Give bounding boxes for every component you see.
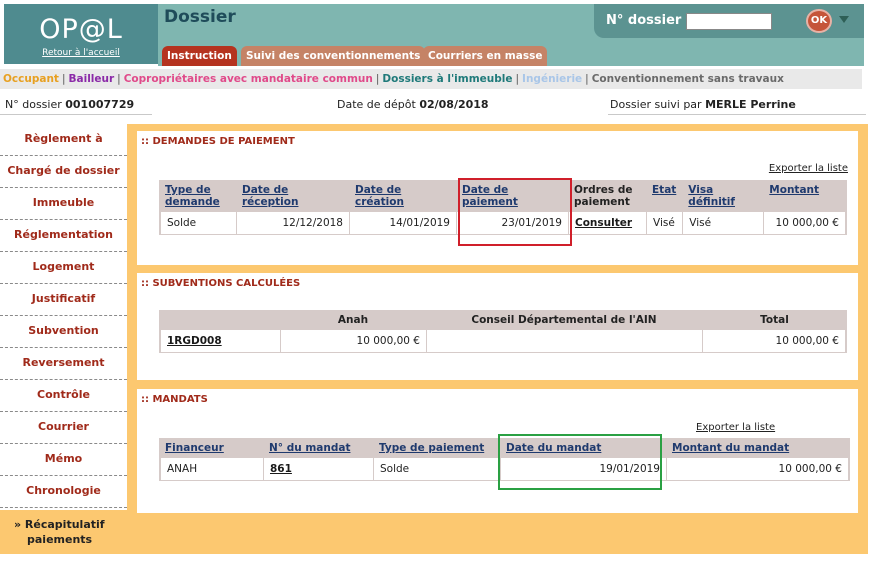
- highlight-date-paiement: [458, 178, 572, 246]
- col-financeur[interactable]: Financeur: [159, 438, 263, 458]
- cell-type-paiement: Solde: [373, 458, 500, 481]
- export-list-link[interactable]: Exporter la liste: [769, 163, 848, 174]
- sub-navigation: Occupant | Bailleur | Copropriétaires avec m…: [0, 69, 862, 89]
- cell-etat: Visé: [646, 212, 683, 235]
- sidebar-item-controle[interactable]: Contrôle: [0, 380, 127, 412]
- subventions-table: Anah Conseil Départemental de l'AIN Tota…: [159, 310, 847, 353]
- cell-date-creation: 14/01/2019: [349, 212, 456, 235]
- sidebar-item-reversement[interactable]: Reversement: [0, 348, 127, 380]
- sidebar-item-recapitulatif-paiements[interactable]: » Récapitulatif paiements: [0, 510, 868, 554]
- subnav-conventionnement-sans-travaux[interactable]: Conventionnement sans travaux: [592, 73, 784, 85]
- active-highlight: [0, 510, 868, 554]
- subvention-code-link[interactable]: 1RGD008: [159, 330, 280, 353]
- sidebar: Règlement à Chargé de dossier Immeuble R…: [0, 124, 127, 508]
- col-date-reception[interactable]: Date de réception: [236, 180, 349, 212]
- sidebar-item-reglement[interactable]: Règlement à: [0, 124, 127, 156]
- panel-title: :: MANDATS: [141, 394, 208, 405]
- col-anah: Anah: [280, 310, 426, 330]
- table-header-row: Anah Conseil Départemental de l'AIN Tota…: [159, 310, 847, 330]
- sidebar-item-reglementation[interactable]: Réglementation: [0, 220, 127, 252]
- mandat-number-link[interactable]: 861: [263, 458, 373, 481]
- divider: [608, 114, 866, 115]
- panel-subventions: :: SUBVENTIONS CALCULÉES Anah Conseil Dé…: [137, 273, 858, 380]
- info-depot: Date de dépôt 02/08/2018: [337, 98, 489, 111]
- sidebar-item-subvention[interactable]: Subvention: [0, 316, 127, 348]
- tab-courriers-en-masse[interactable]: Courriers en masse: [423, 46, 548, 66]
- cell-conseil: [426, 330, 702, 353]
- sidebar-item-memo[interactable]: Mémo: [0, 444, 127, 476]
- tab-instruction[interactable]: Instruction: [162, 46, 237, 66]
- panel-title: :: SUBVENTIONS CALCULÉES: [141, 278, 301, 289]
- panel-title: :: DEMANDES DE PAIEMENT: [141, 136, 295, 147]
- col-visa-definitif[interactable]: Visa définitif: [682, 180, 764, 212]
- tab-suivi-conventionnements[interactable]: Suivi des conventionnements: [241, 46, 426, 66]
- subnav-ingenierie[interactable]: Ingénierie: [522, 73, 582, 85]
- sidebar-item-justificatif[interactable]: Justificatif: [0, 284, 127, 316]
- divider: [0, 114, 152, 115]
- chevron-down-icon[interactable]: [839, 16, 849, 23]
- subnav-dossiers-immeuble[interactable]: Dossiers à l'immeuble: [382, 73, 512, 85]
- cell-montant-mandat: 10 000,00 €: [666, 458, 850, 481]
- col-etat[interactable]: Etat: [646, 180, 683, 212]
- back-home-link[interactable]: Retour à l'accueil: [4, 48, 158, 58]
- cell-financeur: ANAH: [159, 458, 263, 481]
- app-header: OP@L Retour à l'accueil Dossier N° dossi…: [0, 0, 869, 66]
- cell-total: 10 000,00 €: [702, 330, 847, 353]
- cell-visa: Visé: [682, 212, 764, 235]
- subnav-coproprietaires[interactable]: Copropriétaires avec mandataire commun: [124, 73, 373, 85]
- cell-montant: 10 000,00 €: [763, 212, 847, 235]
- main-tabs: Instruction Suivi des conventionnements …: [158, 42, 864, 66]
- panel-demandes-paiement: :: DEMANDES DE PAIEMENT Exporter la list…: [137, 131, 858, 265]
- panel-mandats: :: MANDATS Exporter la liste Financeur N…: [137, 389, 858, 513]
- dossier-search-input[interactable]: [686, 13, 772, 30]
- sidebar-item-chronologie[interactable]: Chronologie: [0, 476, 127, 508]
- col-conseil-departemental: Conseil Départemental de l'AIN: [426, 310, 702, 330]
- top-bar: Dossier N° dossier OK: [158, 4, 864, 42]
- depot-date: 02/08/2018: [419, 98, 489, 111]
- subnav-bailleur[interactable]: Bailleur: [69, 73, 115, 85]
- export-list-link[interactable]: Exporter la liste: [696, 422, 775, 433]
- table-row: 1RGD008 10 000,00 € 10 000,00 €: [159, 330, 847, 353]
- info-suivi: Dossier suivi par MERLE Perrine: [610, 98, 796, 111]
- suivi-name: MERLE Perrine: [705, 98, 796, 111]
- highlight-date-mandat: [498, 434, 662, 490]
- col-numero-mandat[interactable]: N° du mandat: [263, 438, 373, 458]
- sidebar-item-charge-dossier[interactable]: Chargé de dossier: [0, 156, 127, 188]
- dossier-info: N° dossier 001007729 Date de dépôt 02/08…: [0, 93, 869, 117]
- info-dossier: N° dossier 001007729: [5, 98, 135, 111]
- dossier-search: N° dossier OK: [594, 4, 864, 38]
- logo-box: OP@L Retour à l'accueil: [4, 4, 158, 64]
- col-type-paiement[interactable]: Type de paiement: [373, 438, 500, 458]
- col-montant[interactable]: Montant: [763, 180, 847, 212]
- col-type-demande[interactable]: Type de demande: [159, 180, 236, 212]
- ok-button[interactable]: OK: [806, 9, 832, 33]
- col-total: Total: [702, 310, 847, 330]
- page-title: Dossier: [164, 7, 236, 27]
- col-date-creation[interactable]: Date de création: [349, 180, 456, 212]
- sidebar-item-immeuble[interactable]: Immeuble: [0, 188, 127, 220]
- cell-anah: 10 000,00 €: [280, 330, 426, 353]
- dossier-search-label: N° dossier: [606, 13, 682, 28]
- sidebar-item-courrier[interactable]: Courrier: [0, 412, 127, 444]
- subnav-occupant[interactable]: Occupant: [3, 73, 59, 85]
- sidebar-item-logement[interactable]: Logement: [0, 252, 127, 284]
- col-montant-mandat[interactable]: Montant du mandat: [666, 438, 850, 458]
- cell-type: Solde: [159, 212, 236, 235]
- sidebar-active-label: » Récapitulatif paiements: [14, 518, 105, 546]
- consulter-link[interactable]: Consulter: [568, 212, 646, 235]
- col-ordres-paiement: Ordres de paiement: [568, 180, 646, 212]
- cell-date-reception: 12/12/2018: [236, 212, 349, 235]
- col-empty: [159, 310, 280, 330]
- dossier-number: 001007729: [65, 98, 135, 111]
- app-logo: OP@L: [39, 14, 123, 45]
